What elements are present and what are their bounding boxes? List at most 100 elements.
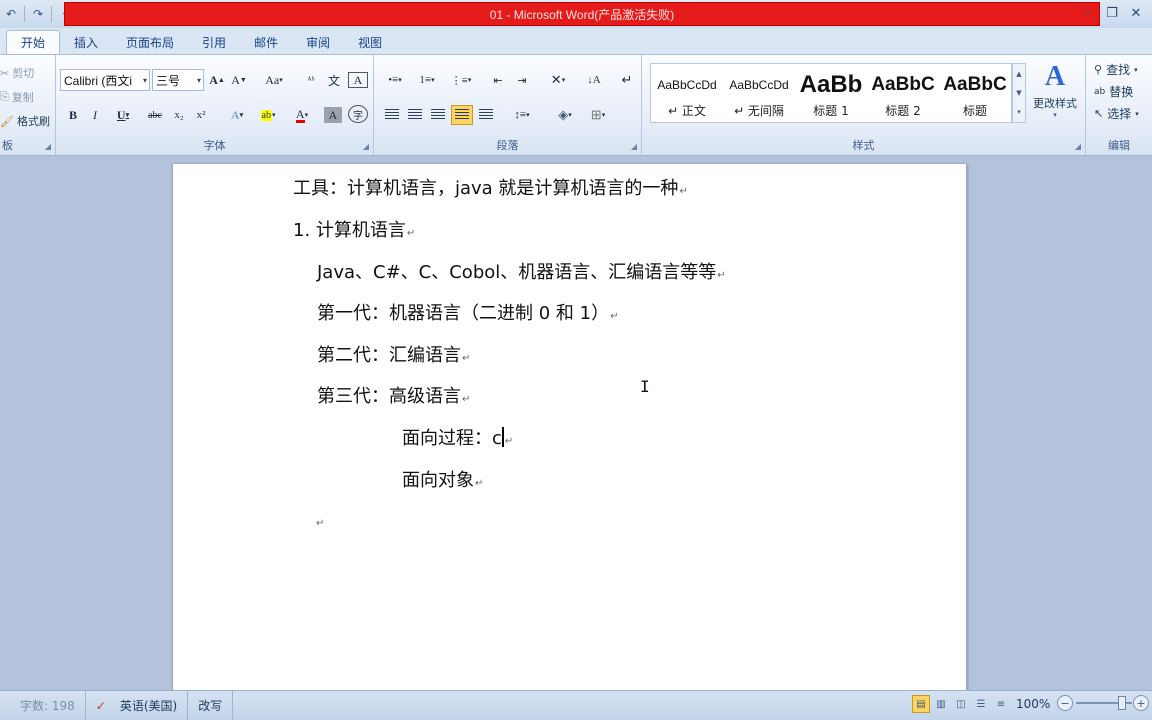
- style-heading-1[interactable]: AaBb 标题 1: [795, 64, 867, 122]
- doc-line[interactable]: 工具：计算机语言，java 就是计算机语言的一种↵: [293, 174, 688, 200]
- doc-line[interactable]: 面向过程：c ↵: [402, 424, 513, 450]
- align-right-button[interactable]: [428, 105, 448, 125]
- style-heading-2[interactable]: AaBbC 标题 2: [867, 64, 939, 122]
- print-layout-icon[interactable]: ▤: [912, 695, 930, 713]
- copy-button[interactable]: ⎘ 复制: [0, 89, 34, 105]
- change-case-button[interactable]: Aa ▾: [260, 70, 288, 90]
- text-effects-icon: A: [230, 107, 240, 122]
- text-effects-button[interactable]: A ▾: [224, 105, 250, 125]
- gallery-scroll[interactable]: ▲ ▼ ▾: [1012, 63, 1026, 123]
- numbering-button[interactable]: 1≡ ▾: [414, 70, 440, 90]
- doc-line[interactable]: 第一代：机器语言（二进制 0 和 1）↵: [317, 299, 618, 325]
- minimize-icon[interactable]: –: [1076, 2, 1100, 24]
- restore-icon[interactable]: ❐: [1100, 2, 1124, 24]
- tab-mailings[interactable]: 邮件: [240, 30, 292, 54]
- bullets-button[interactable]: •≡ ▾: [382, 70, 408, 90]
- dialog-launcher-icon[interactable]: ◢: [363, 142, 369, 151]
- distributed-button[interactable]: [476, 105, 496, 125]
- font-color-button[interactable]: A ▾: [288, 105, 316, 125]
- tab-view[interactable]: 视图: [344, 30, 396, 54]
- zoom-level[interactable]: 100%: [1016, 697, 1050, 711]
- clear-format-button[interactable]: ᴬᵇ: [302, 70, 320, 90]
- redo-icon[interactable]: ↷: [29, 5, 47, 23]
- zoom-slider-thumb[interactable]: [1118, 696, 1126, 710]
- grow-font-button[interactable]: A ▲: [208, 70, 226, 90]
- replace-button[interactable]: ab 替换: [1094, 83, 1133, 100]
- shading-button[interactable]: ◈ ▾: [550, 105, 580, 125]
- doc-line[interactable]: 1. 计算机语言↵: [293, 216, 415, 242]
- undo-icon[interactable]: ↶: [2, 5, 20, 23]
- find-button[interactable]: ⚲ 查找 ▾: [1094, 61, 1138, 78]
- underline-button[interactable]: U ▾: [110, 105, 136, 125]
- shrink-font-button[interactable]: A ▼: [230, 70, 248, 90]
- tab-insert[interactable]: 插入: [60, 30, 112, 54]
- word-count[interactable]: 字数: 198: [0, 691, 86, 720]
- document-page[interactable]: 工具：计算机语言，java 就是计算机语言的一种↵ 1. 计算机语言↵ Java…: [172, 164, 967, 690]
- subscript-button[interactable]: x₂: [170, 105, 188, 125]
- chevron-down-icon[interactable]: ▼: [1016, 89, 1021, 97]
- doc-line[interactable]: 第三代：高级语言↵: [317, 382, 470, 408]
- doc-line[interactable]: 面向对象↵: [402, 466, 483, 492]
- shrink-font-icon: A: [231, 72, 240, 87]
- italic-button[interactable]: I: [86, 105, 104, 125]
- font-name-combobox[interactable]: Calibri (西文i ▾: [60, 69, 150, 91]
- enclose-char-button[interactable]: 字: [348, 105, 368, 123]
- change-styles-button[interactable]: A 更改样式 ▾: [1028, 61, 1082, 131]
- doc-line[interactable]: Java、C#、C、Cobol、机器语言、汇编语言等等↵: [317, 258, 726, 284]
- bold-button[interactable]: B: [64, 105, 82, 125]
- align-left-button[interactable]: [382, 105, 402, 125]
- language-indicator[interactable]: ✓ 英语(美国): [86, 691, 189, 720]
- style-title[interactable]: AaBbC 标题: [939, 64, 1011, 122]
- strikethrough-button[interactable]: abc: [144, 105, 166, 125]
- style-no-spacing[interactable]: AaBbCcDd ↵ 无间隔: [723, 64, 795, 122]
- highlighter-icon: ab: [260, 109, 272, 121]
- tab-home[interactable]: 开始: [6, 30, 61, 54]
- align-center-button[interactable]: [405, 105, 425, 125]
- doc-line[interactable]: ↵: [315, 510, 324, 531]
- more-icon[interactable]: ▾: [1017, 108, 1021, 116]
- cut-button[interactable]: ✂ 剪切: [0, 65, 34, 81]
- web-layout-icon[interactable]: ◫: [952, 695, 970, 713]
- italic-icon: I: [93, 107, 97, 122]
- tab-review[interactable]: 审阅: [292, 30, 344, 54]
- style-normal[interactable]: AaBbCcDd ↵ 正文: [651, 64, 723, 122]
- multilevel-list-icon: ⋮≡: [450, 74, 468, 87]
- borders-button[interactable]: ⊞ ▾: [584, 105, 612, 125]
- zoom-out-icon[interactable]: −: [1057, 695, 1073, 711]
- dialog-launcher-icon[interactable]: ◢: [1075, 142, 1081, 151]
- styles-gallery: AaBbCcDd ↵ 正文 AaBbCcDd ↵ 无间隔 AaBb 标题 1 A…: [650, 63, 1012, 123]
- overtype-mode[interactable]: 改写: [188, 691, 234, 720]
- outline-icon[interactable]: ☰: [972, 695, 990, 713]
- select-button[interactable]: ↖ 选择 ▾: [1094, 105, 1139, 122]
- draft-icon[interactable]: ≡: [992, 695, 1010, 713]
- full-screen-reading-icon[interactable]: ▥: [932, 695, 950, 713]
- sort-button[interactable]: ↓A: [584, 70, 604, 90]
- highlight-button[interactable]: ab ▾: [254, 105, 282, 125]
- show-marks-button[interactable]: ↵: [618, 70, 636, 90]
- chevron-up-icon[interactable]: ▲: [1016, 70, 1021, 78]
- increase-indent-button[interactable]: ⇥: [512, 70, 532, 90]
- multilevel-list-button[interactable]: ⋮≡ ▾: [448, 70, 474, 90]
- dialog-launcher-icon[interactable]: ◢: [631, 142, 637, 151]
- chinese-layout-button[interactable]: ✕ ▾: [544, 70, 572, 90]
- align-center-icon: [408, 109, 422, 121]
- char-border-button[interactable]: A: [348, 72, 368, 88]
- phonetic-guide-button[interactable]: 文: [324, 70, 344, 90]
- superscript-button[interactable]: x²: [192, 105, 210, 125]
- cut-label: 剪切: [12, 67, 35, 80]
- clear-format-icon: ᴬᵇ: [307, 74, 315, 86]
- tab-page-layout[interactable]: 页面布局: [112, 30, 188, 54]
- title-bar: ↶ ↷ ▾ 01 - Microsoft Word(产品激活失败) – ❐ ✕: [0, 0, 1152, 28]
- zoom-in-icon[interactable]: +: [1133, 695, 1149, 711]
- doc-line[interactable]: 第二代：汇编语言↵: [317, 341, 470, 367]
- char-shading-button[interactable]: A: [324, 107, 342, 123]
- dialog-launcher-icon[interactable]: ◢: [45, 142, 51, 151]
- close-icon[interactable]: ✕: [1124, 2, 1148, 24]
- justify-button[interactable]: [451, 105, 473, 125]
- tab-references[interactable]: 引用: [188, 30, 240, 54]
- char-border-icon: A: [353, 72, 363, 87]
- line-spacing-button[interactable]: ↕≡ ▾: [508, 105, 536, 125]
- format-painter-button[interactable]: 🖌 格式刷: [0, 113, 50, 129]
- decrease-indent-button[interactable]: ⇤: [488, 70, 508, 90]
- font-size-combobox[interactable]: 三号 ▾: [152, 69, 204, 91]
